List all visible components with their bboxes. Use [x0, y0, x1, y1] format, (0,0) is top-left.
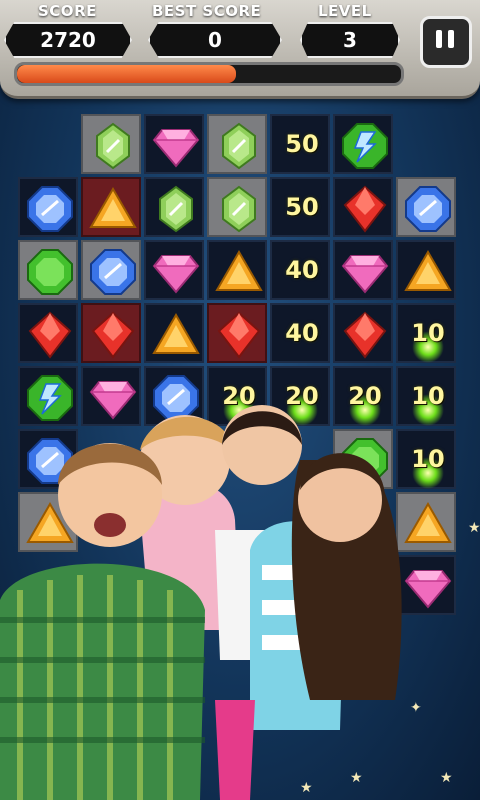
star-icon: ★ — [440, 770, 453, 786]
best-score-value: 0 — [148, 22, 282, 58]
gem-tile-red-diamond[interactable] — [207, 303, 267, 363]
green-hex-gem-icon — [96, 122, 130, 170]
gem-tile-red-diamond[interactable] — [333, 177, 393, 237]
red-diamond-gem-icon — [91, 311, 135, 359]
gem-tile-red-diamond[interactable] — [18, 303, 78, 363]
star-icon: ★ — [468, 520, 480, 536]
score-popup-tile[interactable]: 10 — [396, 303, 456, 363]
gem-tile-green-oct[interactable] — [18, 240, 78, 300]
gem-tile-pink-diamond[interactable] — [144, 114, 204, 174]
gem-tile-orange-triangle[interactable] — [207, 240, 267, 300]
score-popup-text: 10 — [411, 319, 445, 347]
gem-tile-green-hex[interactable] — [207, 177, 267, 237]
red-diamond-gem-icon — [217, 311, 261, 359]
level-progress-bar — [14, 62, 404, 86]
score-popup-tile[interactable]: 40 — [270, 303, 330, 363]
blue-round-gem-icon — [405, 186, 451, 232]
green-oct-gem-icon — [27, 249, 73, 295]
gem-tile-orange-triangle[interactable] — [144, 303, 204, 363]
green-lightning-gem-icon — [342, 123, 388, 169]
orange-triangle-gem-icon — [89, 187, 137, 228]
red-diamond-gem-icon — [343, 185, 387, 233]
kids-photo — [0, 405, 402, 800]
gem-tile-green-hex[interactable] — [144, 177, 204, 237]
score-header: SCORE 2720 BEST SCORE 0 LEVEL 3 — [0, 0, 480, 99]
green-hex-gem-icon — [222, 185, 256, 233]
pink-diamond-gem-icon — [152, 129, 200, 168]
gem-tile-orange-triangle[interactable] — [81, 177, 141, 237]
pause-button[interactable] — [420, 16, 472, 68]
gem-tile-red-diamond[interactable] — [81, 303, 141, 363]
level-value: 3 — [300, 22, 400, 58]
pink-diamond-gem-icon — [152, 255, 200, 294]
score-popup-text: 40 — [285, 256, 319, 284]
score-value: 2720 — [4, 22, 132, 58]
pink-diamond-gem-icon — [341, 255, 389, 294]
gem-tile-orange-triangle[interactable] — [396, 240, 456, 300]
orange-triangle-gem-icon — [152, 313, 200, 354]
gem-tile-pink-diamond[interactable] — [144, 240, 204, 300]
red-diamond-gem-icon — [343, 311, 387, 359]
score-popup-tile[interactable]: 50 — [270, 177, 330, 237]
score-popup-tile[interactable]: 40 — [270, 240, 330, 300]
gem-tile-red-diamond[interactable] — [333, 303, 393, 363]
gem-tile-green-lightning[interactable] — [333, 114, 393, 174]
green-hex-gem-icon — [159, 185, 193, 233]
pause-icon — [448, 30, 454, 48]
gem-tile-green-hex[interactable] — [81, 114, 141, 174]
score-popup-text: 50 — [285, 193, 319, 221]
gem-tile-pink-diamond[interactable] — [333, 240, 393, 300]
gem-tile-blue-round[interactable] — [81, 240, 141, 300]
orange-triangle-gem-icon — [404, 250, 452, 291]
blue-round-gem-icon — [90, 249, 136, 295]
score-popup-text: 50 — [285, 130, 319, 158]
green-hex-gem-icon — [222, 122, 256, 170]
gem-tile-blue-round[interactable] — [396, 177, 456, 237]
score-popup-tile[interactable]: 50 — [270, 114, 330, 174]
pause-icon — [436, 30, 442, 48]
best-score-label: BEST SCORE — [152, 2, 262, 20]
level-progress-fill — [17, 65, 236, 83]
level-label: LEVEL — [318, 2, 372, 20]
red-diamond-gem-icon — [28, 311, 72, 359]
score-popup-text: 40 — [285, 319, 319, 347]
blue-round-gem-icon — [27, 186, 73, 232]
orange-triangle-gem-icon — [215, 250, 263, 291]
gem-tile-green-hex[interactable] — [207, 114, 267, 174]
gem-tile-blue-round[interactable] — [18, 177, 78, 237]
score-label: SCORE — [38, 2, 97, 20]
